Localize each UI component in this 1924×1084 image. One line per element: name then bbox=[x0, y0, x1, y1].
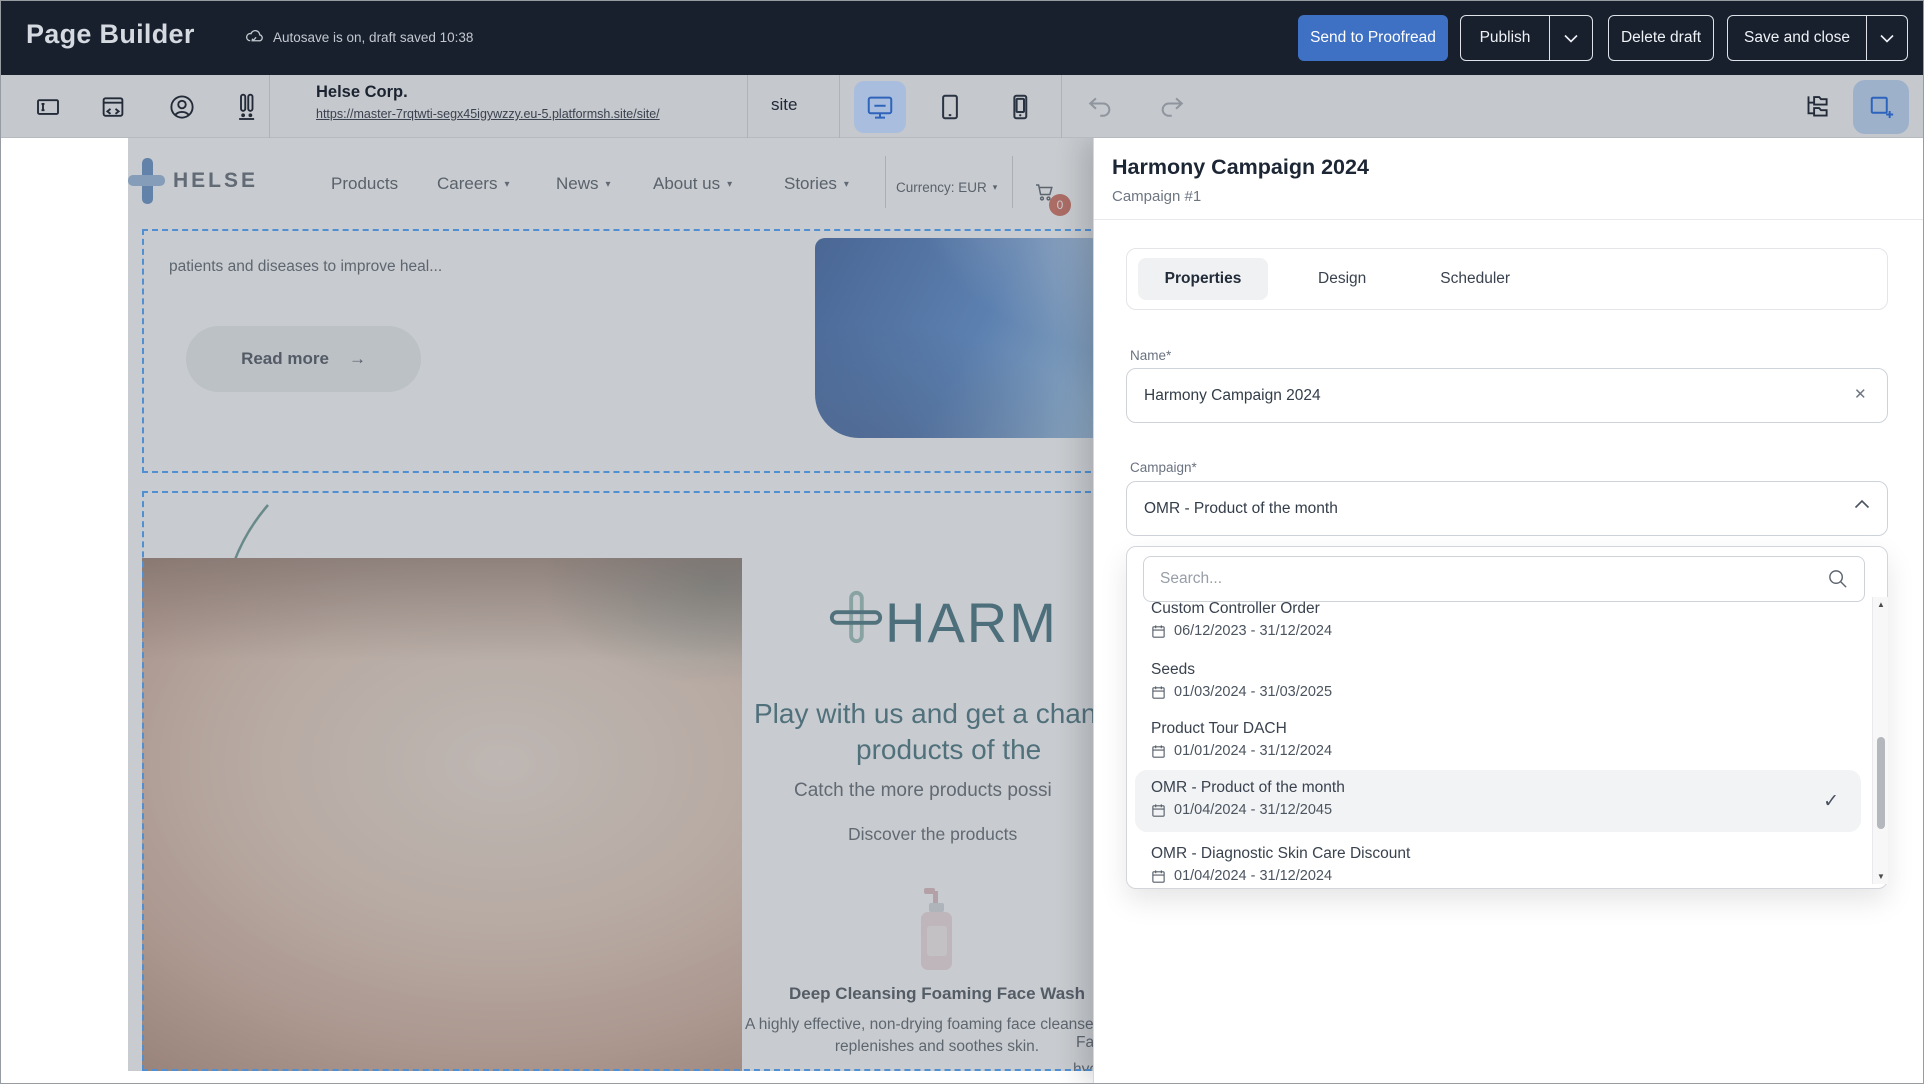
clear-name-icon[interactable]: ✕ bbox=[1854, 385, 1867, 403]
autosave-text: Autosave is on, draft saved 10:38 bbox=[273, 30, 473, 45]
cart-count-badge: 0 bbox=[1049, 194, 1071, 216]
caret-down-icon: ▾ bbox=[504, 179, 509, 190]
calendar-icon bbox=[1151, 624, 1166, 639]
divider bbox=[839, 75, 840, 138]
caret-down-icon: ▾ bbox=[606, 179, 611, 190]
scroll-up-icon[interactable]: ▲ bbox=[1873, 600, 1889, 609]
name-field-label: Name* bbox=[1130, 348, 1171, 363]
delete-draft-button[interactable]: Delete draft bbox=[1608, 15, 1714, 61]
tablet-preview-button[interactable] bbox=[924, 81, 976, 133]
calendar-icon bbox=[1151, 803, 1166, 818]
campaign-headline-1: Play with us and get a chanc bbox=[754, 698, 1101, 730]
campaign-field-label: Campaign* bbox=[1130, 460, 1197, 475]
panel-subtitle: Campaign #1 bbox=[1112, 188, 1201, 205]
text-panel-icon[interactable] bbox=[33, 92, 63, 122]
dropdown-option-selected[interactable]: OMR - Product of the month 01/04/2024 - … bbox=[1135, 770, 1861, 832]
site-preview-frame: HELSE Products Careers ▾ News ▾ About us… bbox=[128, 138, 1101, 1071]
autosave-status: Autosave is on, draft saved 10:38 bbox=[244, 27, 473, 47]
tab-design[interactable]: Design bbox=[1312, 270, 1372, 288]
mobile-preview-button[interactable] bbox=[994, 81, 1046, 133]
nav-news[interactable]: News ▾ bbox=[556, 174, 611, 194]
read-more-button[interactable]: Read more → bbox=[186, 326, 421, 392]
site-brand: HELSE bbox=[173, 169, 258, 193]
dropdown-scrollbar[interactable]: ▲ ▼ bbox=[1872, 597, 1888, 884]
product-card[interactable]: Deep Cleansing Foaming Face Wash A highl… bbox=[741, 884, 1101, 1059]
caret-down-icon: ▾ bbox=[993, 182, 998, 193]
helse-logo-icon bbox=[128, 158, 166, 206]
redo-icon[interactable] bbox=[1157, 93, 1187, 121]
campaign-select[interactable]: OMR - Product of the month bbox=[1126, 481, 1888, 536]
site-navbar: HELSE Products Careers ▾ News ▾ About us… bbox=[128, 138, 1101, 226]
caret-down-icon: ▾ bbox=[727, 179, 732, 190]
scroll-down-icon[interactable]: ▼ bbox=[1873, 872, 1889, 881]
page-builder-app: Page Builder Autosave is on, draft saved… bbox=[0, 0, 1924, 1084]
tab-scheduler[interactable]: Scheduler bbox=[1434, 270, 1516, 288]
calendar-icon bbox=[1151, 744, 1166, 759]
nav-stories[interactable]: Stories ▾ bbox=[784, 174, 849, 194]
site-label: site bbox=[771, 95, 797, 115]
panel-title: Harmony Campaign 2024 bbox=[1112, 155, 1369, 180]
panel-tabs: Properties Design Scheduler bbox=[1126, 248, 1888, 310]
calendar-icon bbox=[1151, 869, 1166, 884]
publish-button[interactable]: Publish bbox=[1460, 15, 1593, 61]
intro-text: patients and diseases to improve heal... bbox=[169, 258, 442, 276]
sitemap-icon[interactable] bbox=[1801, 92, 1831, 122]
divider bbox=[1061, 75, 1062, 138]
product-title: Deep Cleansing Foaming Face Wash bbox=[741, 984, 1101, 1004]
chevron-down-icon[interactable] bbox=[1867, 34, 1907, 43]
site-meta: Helse Corp. https://master-7rqtwti-segx4… bbox=[316, 83, 660, 121]
scrollbar-thumb[interactable] bbox=[1877, 737, 1885, 829]
cloud-check-icon bbox=[244, 27, 264, 47]
send-to-proofread-button[interactable]: Send to Proofread bbox=[1298, 15, 1448, 61]
nav-careers[interactable]: Careers ▾ bbox=[437, 174, 510, 194]
campaign-subline-2: Discover the products bbox=[848, 824, 1017, 845]
divider bbox=[1094, 219, 1924, 220]
campaign-dropdown: Custom Controller Order 06/12/2023 - 31/… bbox=[1126, 546, 1888, 889]
harmony-wordmark: HARM bbox=[885, 590, 1058, 655]
divider bbox=[747, 75, 748, 138]
divider bbox=[885, 156, 886, 208]
site-name: Helse Corp. bbox=[316, 83, 660, 102]
calendar-icon bbox=[1151, 685, 1166, 700]
product-bottle-image bbox=[920, 884, 954, 972]
chevron-down-icon[interactable] bbox=[1550, 34, 1592, 43]
add-block-icon[interactable] bbox=[1853, 80, 1909, 134]
search-icon bbox=[1827, 568, 1848, 589]
arrow-right-icon: → bbox=[349, 349, 366, 369]
dropdown-option[interactable]: OMR - Diagnostic Skin Care Discount 01/0… bbox=[1135, 836, 1861, 893]
nav-about-us[interactable]: About us ▾ bbox=[653, 174, 732, 194]
check-icon: ✓ bbox=[1823, 790, 1839, 813]
caret-down-icon: ▾ bbox=[844, 179, 849, 190]
builder-toolbar: Helse Corp. https://master-7rqtwti-segx4… bbox=[1, 75, 1923, 138]
hero-image bbox=[815, 238, 1101, 438]
campaign-photo bbox=[142, 558, 742, 1071]
desktop-preview-button[interactable] bbox=[854, 81, 906, 133]
product-description: A highly effective, non-drying foaming f… bbox=[741, 1014, 1101, 1059]
top-bar: Page Builder Autosave is on, draft saved… bbox=[1, 1, 1923, 75]
dropdown-option[interactable]: Custom Controller Order 06/12/2023 - 31/… bbox=[1135, 591, 1861, 648]
account-icon[interactable] bbox=[167, 92, 197, 122]
dropdown-option[interactable]: Seeds 01/03/2024 - 31/03/2025 bbox=[1135, 652, 1861, 709]
site-url-link[interactable]: https://master-7rqtwti-segx45igywzzy.eu-… bbox=[316, 107, 660, 121]
sliders-icon[interactable] bbox=[231, 90, 261, 123]
chevron-up-icon[interactable] bbox=[1854, 499, 1870, 509]
campaign-headline-2: products of the bbox=[856, 734, 1041, 766]
currency-selector[interactable]: Currency: EUR ▾ bbox=[896, 180, 997, 195]
campaign-settings-panel: Harmony Campaign 2024 Campaign #1 Proper… bbox=[1093, 138, 1924, 1084]
divider bbox=[269, 75, 270, 138]
name-input[interactable] bbox=[1126, 368, 1888, 423]
harmony-chain-icon bbox=[827, 588, 885, 646]
nav-products[interactable]: Products bbox=[331, 174, 398, 194]
app-title: Page Builder bbox=[26, 19, 195, 50]
campaign-subline-1: Catch the more products possi bbox=[794, 780, 1052, 802]
dropdown-option[interactable]: Product Tour DACH 01/01/2024 - 31/12/202… bbox=[1135, 711, 1861, 768]
window-swap-icon[interactable] bbox=[98, 92, 128, 122]
undo-icon[interactable] bbox=[1085, 93, 1115, 121]
save-and-close-button[interactable]: Save and close bbox=[1727, 15, 1908, 61]
divider bbox=[1012, 156, 1013, 208]
tab-properties[interactable]: Properties bbox=[1138, 258, 1268, 300]
